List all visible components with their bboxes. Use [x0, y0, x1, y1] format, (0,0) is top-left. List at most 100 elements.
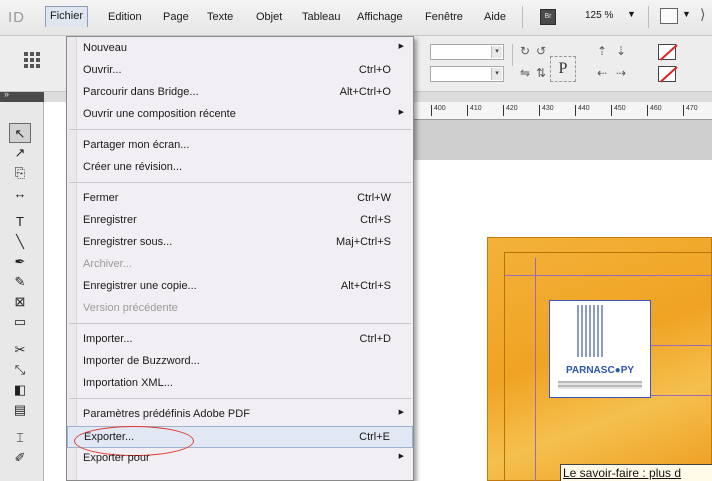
- ruler-tick: 400: [431, 105, 446, 116]
- indesign-logo: ID: [8, 9, 25, 26]
- ruler-tick: 470: [683, 105, 698, 116]
- submenu-arrow-icon: ▶: [398, 409, 404, 416]
- menu-item-label: Partager mon écran...: [83, 139, 190, 151]
- menu-item-enregistrer[interactable]: Enregistrer Ctrl+S: [67, 210, 413, 232]
- menu-item-label: Ouvrir...: [83, 64, 122, 76]
- menu-item-partager-ecran[interactable]: Partager mon écran...: [67, 135, 413, 157]
- toolbar-header[interactable]: »: [0, 89, 44, 102]
- line-tool[interactable]: ╲: [9, 232, 31, 252]
- menu-aide[interactable]: Aide: [484, 10, 506, 24]
- submenu-arrow-icon: ▶: [398, 453, 404, 460]
- note-tool[interactable]: ▤: [9, 400, 31, 420]
- chevron-down-icon[interactable]: ▾: [491, 68, 502, 80]
- menu-item-exporter[interactable]: Exporter... Ctrl+E: [67, 426, 413, 456]
- menu-separator: [648, 6, 649, 28]
- menu-item-enregistrer-copie[interactable]: Enregistrer une copie... Alt+Ctrl+S: [67, 276, 413, 298]
- more-icon[interactable]: ⟩: [700, 6, 705, 23]
- menu-item-label: Importer...: [83, 333, 133, 345]
- menu-item-label: Paramètres prédéfinis Adobe PDF: [83, 408, 250, 420]
- menu-item-parcourir-bridge[interactable]: Parcourir dans Bridge... Alt+Ctrl+O: [67, 82, 413, 104]
- zoom-level[interactable]: 125 %: [585, 10, 613, 21]
- hand-tool[interactable]: ✐: [9, 448, 31, 468]
- menu-tableau[interactable]: Tableau: [302, 10, 341, 24]
- gap-tool[interactable]: ↔: [9, 184, 31, 204]
- menu-item-archiver: Archiver...: [67, 254, 413, 276]
- menu-item-nouveau[interactable]: Nouveau ▶: [67, 38, 413, 60]
- text-frame[interactable]: Le savoir-faire : plus d: [560, 464, 712, 481]
- rectangle-frame-tool[interactable]: ⊠: [9, 292, 31, 312]
- flip-vertical-icon[interactable]: ⇅: [536, 66, 546, 80]
- menu-objet[interactable]: Objet: [256, 10, 282, 24]
- menu-fenetre[interactable]: Fenêtre: [425, 10, 463, 24]
- stroke-type-field[interactable]: ▾: [430, 66, 504, 82]
- menu-item-label: Importation XML...: [83, 377, 173, 389]
- stroke-swatch[interactable]: [658, 66, 676, 82]
- type-tool[interactable]: T: [9, 212, 31, 232]
- menu-item-exporter-pour[interactable]: Exporter pour ▶: [67, 448, 413, 470]
- direct-selection-tool[interactable]: ↗: [9, 143, 31, 163]
- margin-guide: [650, 395, 712, 396]
- menu-separator: [69, 182, 411, 183]
- rotate-cw-icon[interactable]: ↻: [520, 44, 530, 58]
- screen-mode-dropdown-icon[interactable]: ▼: [682, 9, 691, 19]
- menu-item-ouvrir[interactable]: Ouvrir... Ctrl+O: [67, 60, 413, 82]
- screen-mode-button[interactable]: [660, 8, 678, 24]
- pencil-tool[interactable]: ✎: [9, 272, 31, 292]
- tools-panel: ↖ ↗ ⎘ ↔ T ╲ ✒ ✎ ⊠ ▭ ✂ ⤡ ◧ ▤ ⌶ ✐: [0, 102, 44, 481]
- menu-item-shortcut: Ctrl+O: [358, 64, 391, 76]
- bridge-button[interactable]: Br: [540, 9, 556, 25]
- menu-separator: [69, 323, 411, 324]
- reference-point-icon[interactable]: [24, 52, 40, 68]
- menu-item-label: Ouvrir une composition récente: [83, 108, 236, 120]
- rectangle-tool[interactable]: ▭: [9, 312, 31, 332]
- menu-item-importer[interactable]: Importer... Ctrl+D: [67, 329, 413, 351]
- menu-item-parametres-pdf[interactable]: Paramètres prédéfinis Adobe PDF ▶: [67, 404, 413, 426]
- menu-edition[interactable]: Edition: [108, 10, 142, 24]
- menu-item-enregistrer-sous[interactable]: Enregistrer sous... Maj+Ctrl+S: [67, 232, 413, 254]
- menu-item-importation-xml[interactable]: Importation XML...: [67, 373, 413, 395]
- menu-item-fermer[interactable]: Fermer Ctrl+W: [67, 188, 413, 210]
- menu-affichage[interactable]: Affichage: [357, 10, 403, 24]
- ruler-tick: 420: [503, 105, 518, 116]
- zoom-dropdown-icon[interactable]: ▼: [627, 9, 636, 19]
- pen-tool[interactable]: ✒: [9, 252, 31, 272]
- menu-item-label: Enregistrer: [83, 214, 137, 226]
- menu-fichier[interactable]: Fichier: [45, 6, 89, 27]
- margin-guide: [650, 345, 712, 346]
- free-transform-tool[interactable]: ⤡: [9, 360, 31, 380]
- stroke-weight-field[interactable]: ▾: [430, 44, 504, 60]
- menu-page[interactable]: Page: [163, 10, 189, 24]
- rotate-ccw-icon[interactable]: ↺: [536, 44, 546, 58]
- flip-icon[interactable]: ⇋: [520, 66, 530, 80]
- submenu-arrow-icon: ▶: [398, 43, 404, 50]
- menu-item-creer-revision[interactable]: Créer une révision...: [67, 157, 413, 179]
- gradient-tool[interactable]: ◧: [9, 380, 31, 400]
- text-wrap-reference-icon[interactable]: P: [550, 56, 576, 82]
- fill-swatch[interactable]: [658, 44, 676, 60]
- menu-bar: ID Fichier Edition Page Texte Objet Tabl…: [0, 0, 712, 36]
- menu-item-shortcut: Ctrl+E: [359, 431, 390, 443]
- menu-item-shortcut: Alt+Ctrl+O: [339, 86, 391, 98]
- menu-item-ouvrir-recente[interactable]: Ouvrir une composition récente ▶: [67, 104, 413, 126]
- selection-tool[interactable]: ↖: [9, 123, 31, 143]
- select-previous-icon[interactable]: ⇠: [597, 66, 607, 80]
- page-tool[interactable]: ⎘: [9, 163, 31, 183]
- ruler-tick: 450: [611, 105, 626, 116]
- menu-item-importer-buzzword[interactable]: Importer de Buzzword...: [67, 351, 413, 373]
- select-next-icon[interactable]: ⇢: [616, 66, 626, 80]
- select-content-icon[interactable]: ⇣: [616, 44, 626, 58]
- column-guide: [535, 258, 536, 481]
- eyedropper-tool[interactable]: ⌶: [9, 428, 31, 448]
- select-container-icon[interactable]: ⇡: [597, 44, 607, 58]
- menu-texte[interactable]: Texte: [207, 10, 233, 24]
- logo-image-frame[interactable]: PARNASC●PY: [549, 300, 651, 398]
- chevron-down-icon[interactable]: ▾: [491, 46, 502, 58]
- company-logo-text: PARNASC●PY: [565, 365, 635, 376]
- horizontal-ruler[interactable]: 400 410 420 430 440 450 460 470: [413, 102, 712, 120]
- collapse-icon[interactable]: »: [4, 89, 9, 99]
- logo-graphic: [577, 305, 605, 357]
- menu-item-label: Enregistrer sous...: [83, 236, 173, 248]
- scissors-tool[interactable]: ✂: [9, 340, 31, 360]
- menu-item-label: Parcourir dans Bridge...: [83, 86, 199, 98]
- menu-item-shortcut: Ctrl+S: [360, 214, 391, 226]
